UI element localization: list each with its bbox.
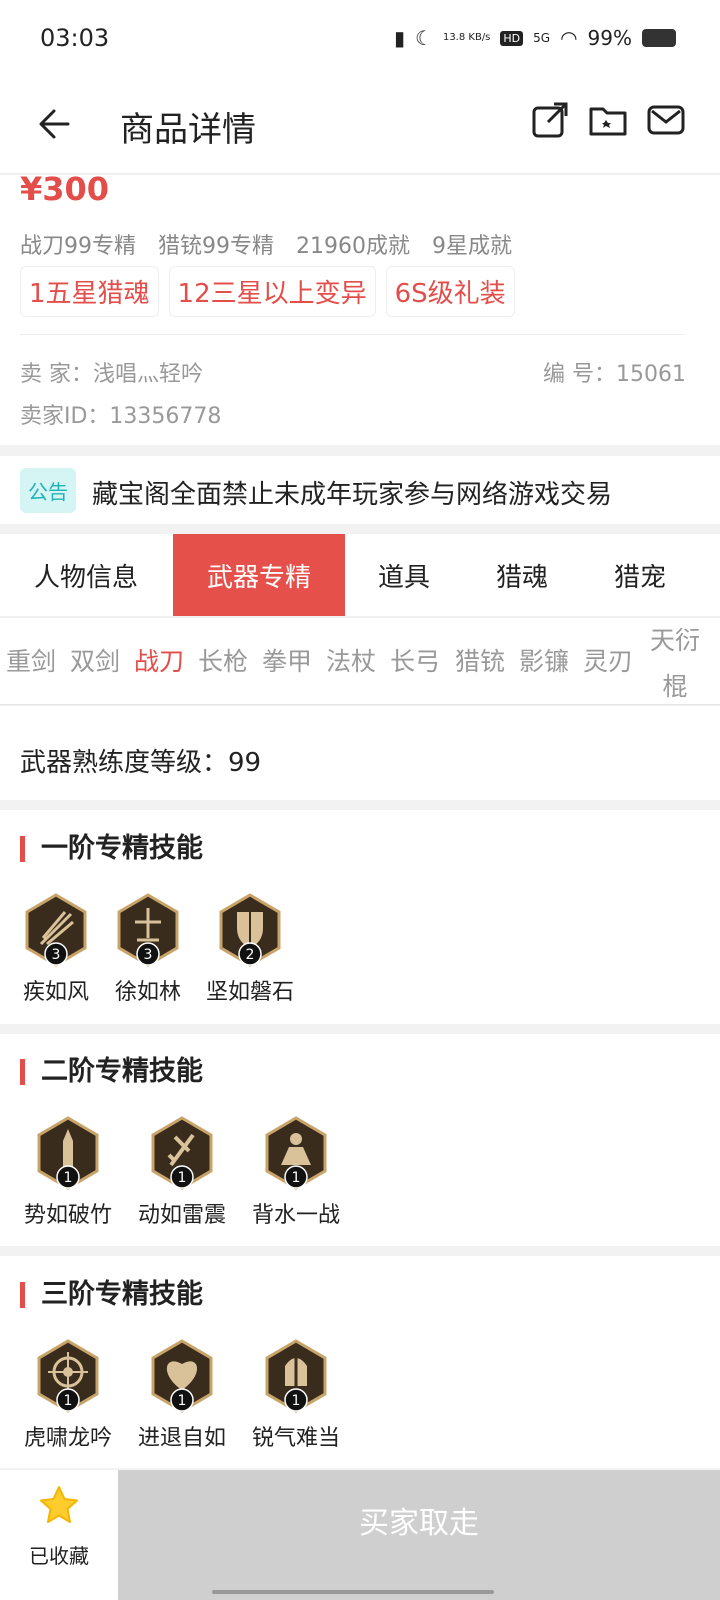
price: ¥300	[20, 170, 110, 208]
weapon-tab[interactable]: 影镰	[519, 642, 569, 678]
status-time: 03:03	[40, 24, 110, 52]
skill-level: 1	[178, 1170, 187, 1186]
top-navigation: 商品详情	[0, 80, 720, 174]
weapon-tab[interactable]: 长弓	[390, 642, 440, 678]
hd-icon: HD	[500, 30, 524, 46]
skill-item[interactable]: 1 势如破竹	[8, 1115, 128, 1229]
skill-name: 动如雷震	[137, 1203, 226, 1228]
back-button[interactable]	[32, 100, 80, 148]
skill-level: 3	[52, 947, 61, 963]
tab-items[interactable]: 道具	[345, 534, 463, 616]
tab-hunter-souls[interactable]: 猎魂	[463, 534, 581, 616]
tab-hunter-pets[interactable]: 猎宠	[581, 534, 699, 616]
section-title: 三阶专精技能	[20, 1281, 203, 1308]
weapon-tab[interactable]: 法杖	[326, 642, 376, 678]
mail-icon	[647, 105, 685, 135]
seller-id: 卖家ID：13356778	[20, 404, 222, 429]
skill-icon: 3	[117, 893, 179, 967]
skill-level: 1	[178, 1393, 187, 1409]
message-button[interactable]	[646, 100, 686, 140]
highlight-tag: 12三星以上变异	[168, 266, 376, 317]
tag-list: 1五星猎魂 12三星以上变异 6S级礼装	[20, 266, 515, 317]
skill-level: 1	[292, 1393, 301, 1409]
seller-name: 卖 家：浅唱灬轻吟	[20, 362, 203, 387]
section-title: 一阶专精技能	[20, 835, 203, 862]
highlight-tag: 1五星猎魂	[20, 266, 159, 317]
bottom-bar: 已收藏 买家取走	[0, 1470, 720, 1600]
buy-button[interactable]: 买家取走	[118, 1470, 720, 1600]
spec-item: 21960成就	[296, 234, 410, 259]
favorite-label: 已收藏	[29, 1544, 89, 1568]
weapon-tab[interactable]: 天衍棍	[647, 618, 703, 710]
skill-level: 3	[144, 947, 153, 963]
serial-number: 编 号：15061	[543, 362, 686, 387]
weapon-tab[interactable]: 重剑	[6, 642, 56, 678]
spec-list: 战刀99专精 猎铳99专精 21960成就 9星成就	[20, 228, 512, 260]
skill-item[interactable]: 1 虎啸龙吟	[8, 1338, 128, 1452]
weapon-tab[interactable]: 双剑	[70, 642, 120, 678]
skill-name: 背水一战	[251, 1203, 340, 1228]
weapon-tab[interactable]: 灵刃	[583, 642, 633, 678]
skill-name: 进退自如	[137, 1426, 226, 1451]
skill-item[interactable]: 1 背水一战	[236, 1115, 356, 1229]
skill-item[interactable]: 1 锐气难当	[236, 1338, 356, 1452]
weapon-tab-active[interactable]: 战刀	[134, 642, 184, 678]
skill-icon: 1	[37, 1339, 99, 1413]
skill-name: 锐气难当	[251, 1426, 340, 1451]
weapon-tab[interactable]: 长枪	[198, 642, 248, 678]
skill-item[interactable]: 2 坚如磐石	[190, 892, 310, 1006]
status-icons: ▮ ☾ 13.8 KB/s HD 5G ◠ 99%	[394, 26, 676, 50]
spec-item: 猎铳99专精	[158, 234, 274, 259]
skill-icon: 3	[25, 893, 87, 967]
skill-level: 1	[292, 1170, 301, 1186]
mastery-level: 武器熟练度等级：99	[20, 748, 262, 778]
notice-badge: 公告	[20, 468, 76, 513]
battery-icon	[642, 29, 676, 47]
back-arrow-icon	[39, 109, 70, 139]
wifi-icon: ◠	[560, 26, 578, 50]
skill-icon: 1	[265, 1116, 327, 1190]
battery-percent: 99%	[587, 26, 632, 50]
skill-icon: 1	[151, 1116, 213, 1190]
skill-icon: 1	[151, 1339, 213, 1413]
skill-name: 坚如磐石	[205, 980, 294, 1005]
notice-text: 藏宝阁全面禁止未成年玩家参与网络游戏交易	[92, 480, 613, 510]
network-speed: 13.8 KB/s	[442, 32, 491, 43]
spec-item: 战刀99专精	[20, 234, 136, 259]
tab-weapon-mastery[interactable]: 武器专精	[173, 534, 345, 616]
weapon-tab[interactable]: 拳甲	[262, 642, 312, 678]
page-title: 商品详情	[120, 110, 256, 150]
skill-level: 1	[64, 1170, 73, 1186]
skill-level: 1	[64, 1393, 73, 1409]
skill-name: 势如破竹	[23, 1203, 112, 1228]
divider	[20, 334, 686, 335]
status-bar: 03:03 ▮ ☾ 13.8 KB/s HD 5G ◠ 99%	[0, 0, 720, 80]
highlight-tag: 6S级礼装	[385, 266, 515, 317]
vibrate-icon: ▮	[394, 26, 406, 50]
skill-icon: 2	[219, 893, 281, 967]
folder-star-icon	[589, 107, 627, 136]
home-indicator[interactable]	[212, 1590, 494, 1594]
collect-folder-button[interactable]	[588, 100, 628, 140]
skill-icon: 1	[265, 1339, 327, 1413]
spec-item: 9星成就	[432, 234, 512, 259]
share-icon	[532, 102, 568, 138]
share-button[interactable]	[530, 100, 570, 140]
signal-icon: 5G	[533, 31, 551, 45]
moon-icon: ☾	[415, 26, 433, 50]
skill-name: 虎啸龙吟	[23, 1426, 112, 1451]
star-icon	[40, 1486, 78, 1523]
section-title: 二阶专精技能	[20, 1058, 203, 1085]
tab-character-info[interactable]: 人物信息	[0, 534, 172, 616]
skill-icon: 1	[37, 1116, 99, 1190]
skill-item[interactable]: 1 动如雷震	[122, 1115, 242, 1229]
weapon-tab[interactable]: 猎铳	[455, 642, 505, 678]
skill-level: 2	[246, 947, 255, 963]
favorite-button[interactable]: 已收藏	[0, 1470, 118, 1600]
skill-item[interactable]: 1 进退自如	[122, 1338, 242, 1452]
